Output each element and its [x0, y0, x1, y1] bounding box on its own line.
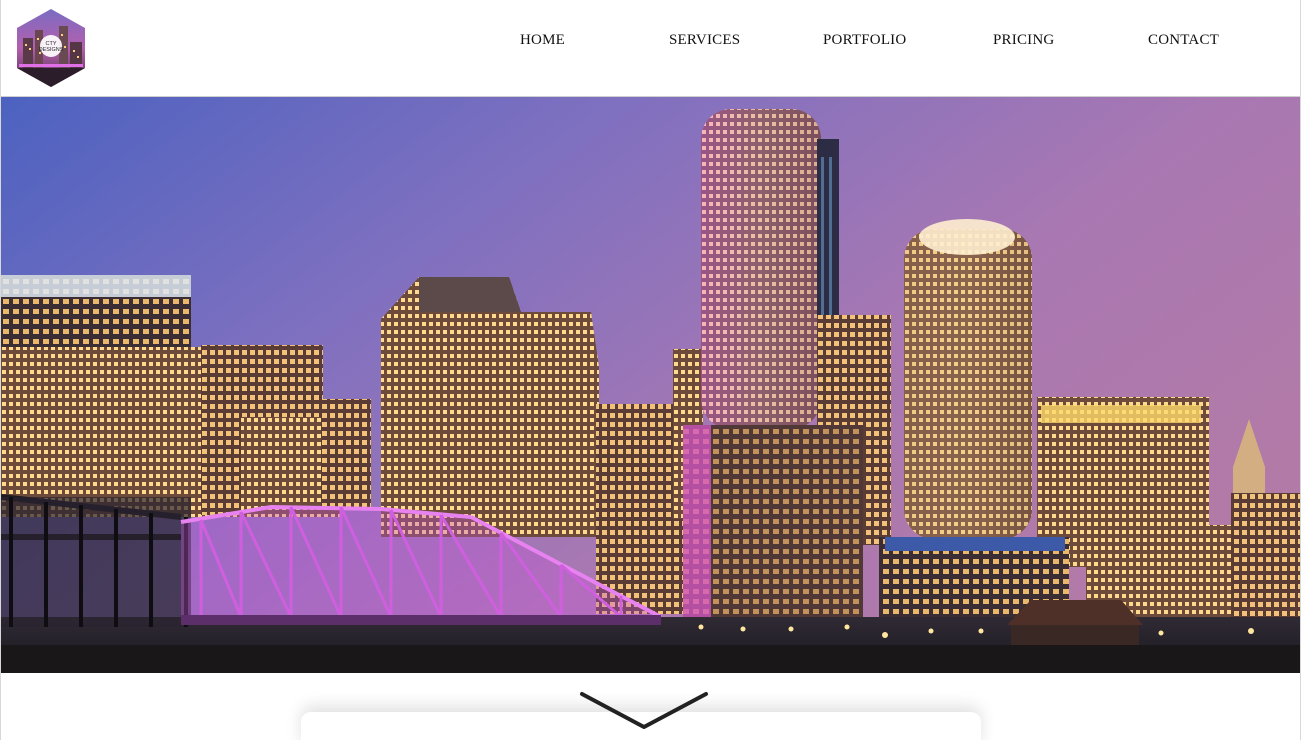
hero-banner — [1, 97, 1300, 673]
site-header: CTY DESIGNS HOME SERVICES PORTFOLIO PRIC… — [1, 0, 1300, 97]
chevron-down-icon[interactable] — [579, 688, 709, 734]
nav-home[interactable]: HOME — [520, 32, 565, 49]
nav-services[interactable]: SERVICES — [669, 32, 740, 49]
page: CTY DESIGNS HOME SERVICES PORTFOLIO PRIC… — [0, 0, 1301, 740]
skyline-photo — [1, 97, 1300, 673]
nav-pricing[interactable]: PRICING — [993, 32, 1054, 49]
main-nav: HOME SERVICES PORTFOLIO PRICING CONTACT — [1, 32, 1300, 52]
nav-portfolio[interactable]: PORTFOLIO — [823, 32, 906, 49]
nav-contact[interactable]: CONTACT — [1148, 32, 1219, 49]
